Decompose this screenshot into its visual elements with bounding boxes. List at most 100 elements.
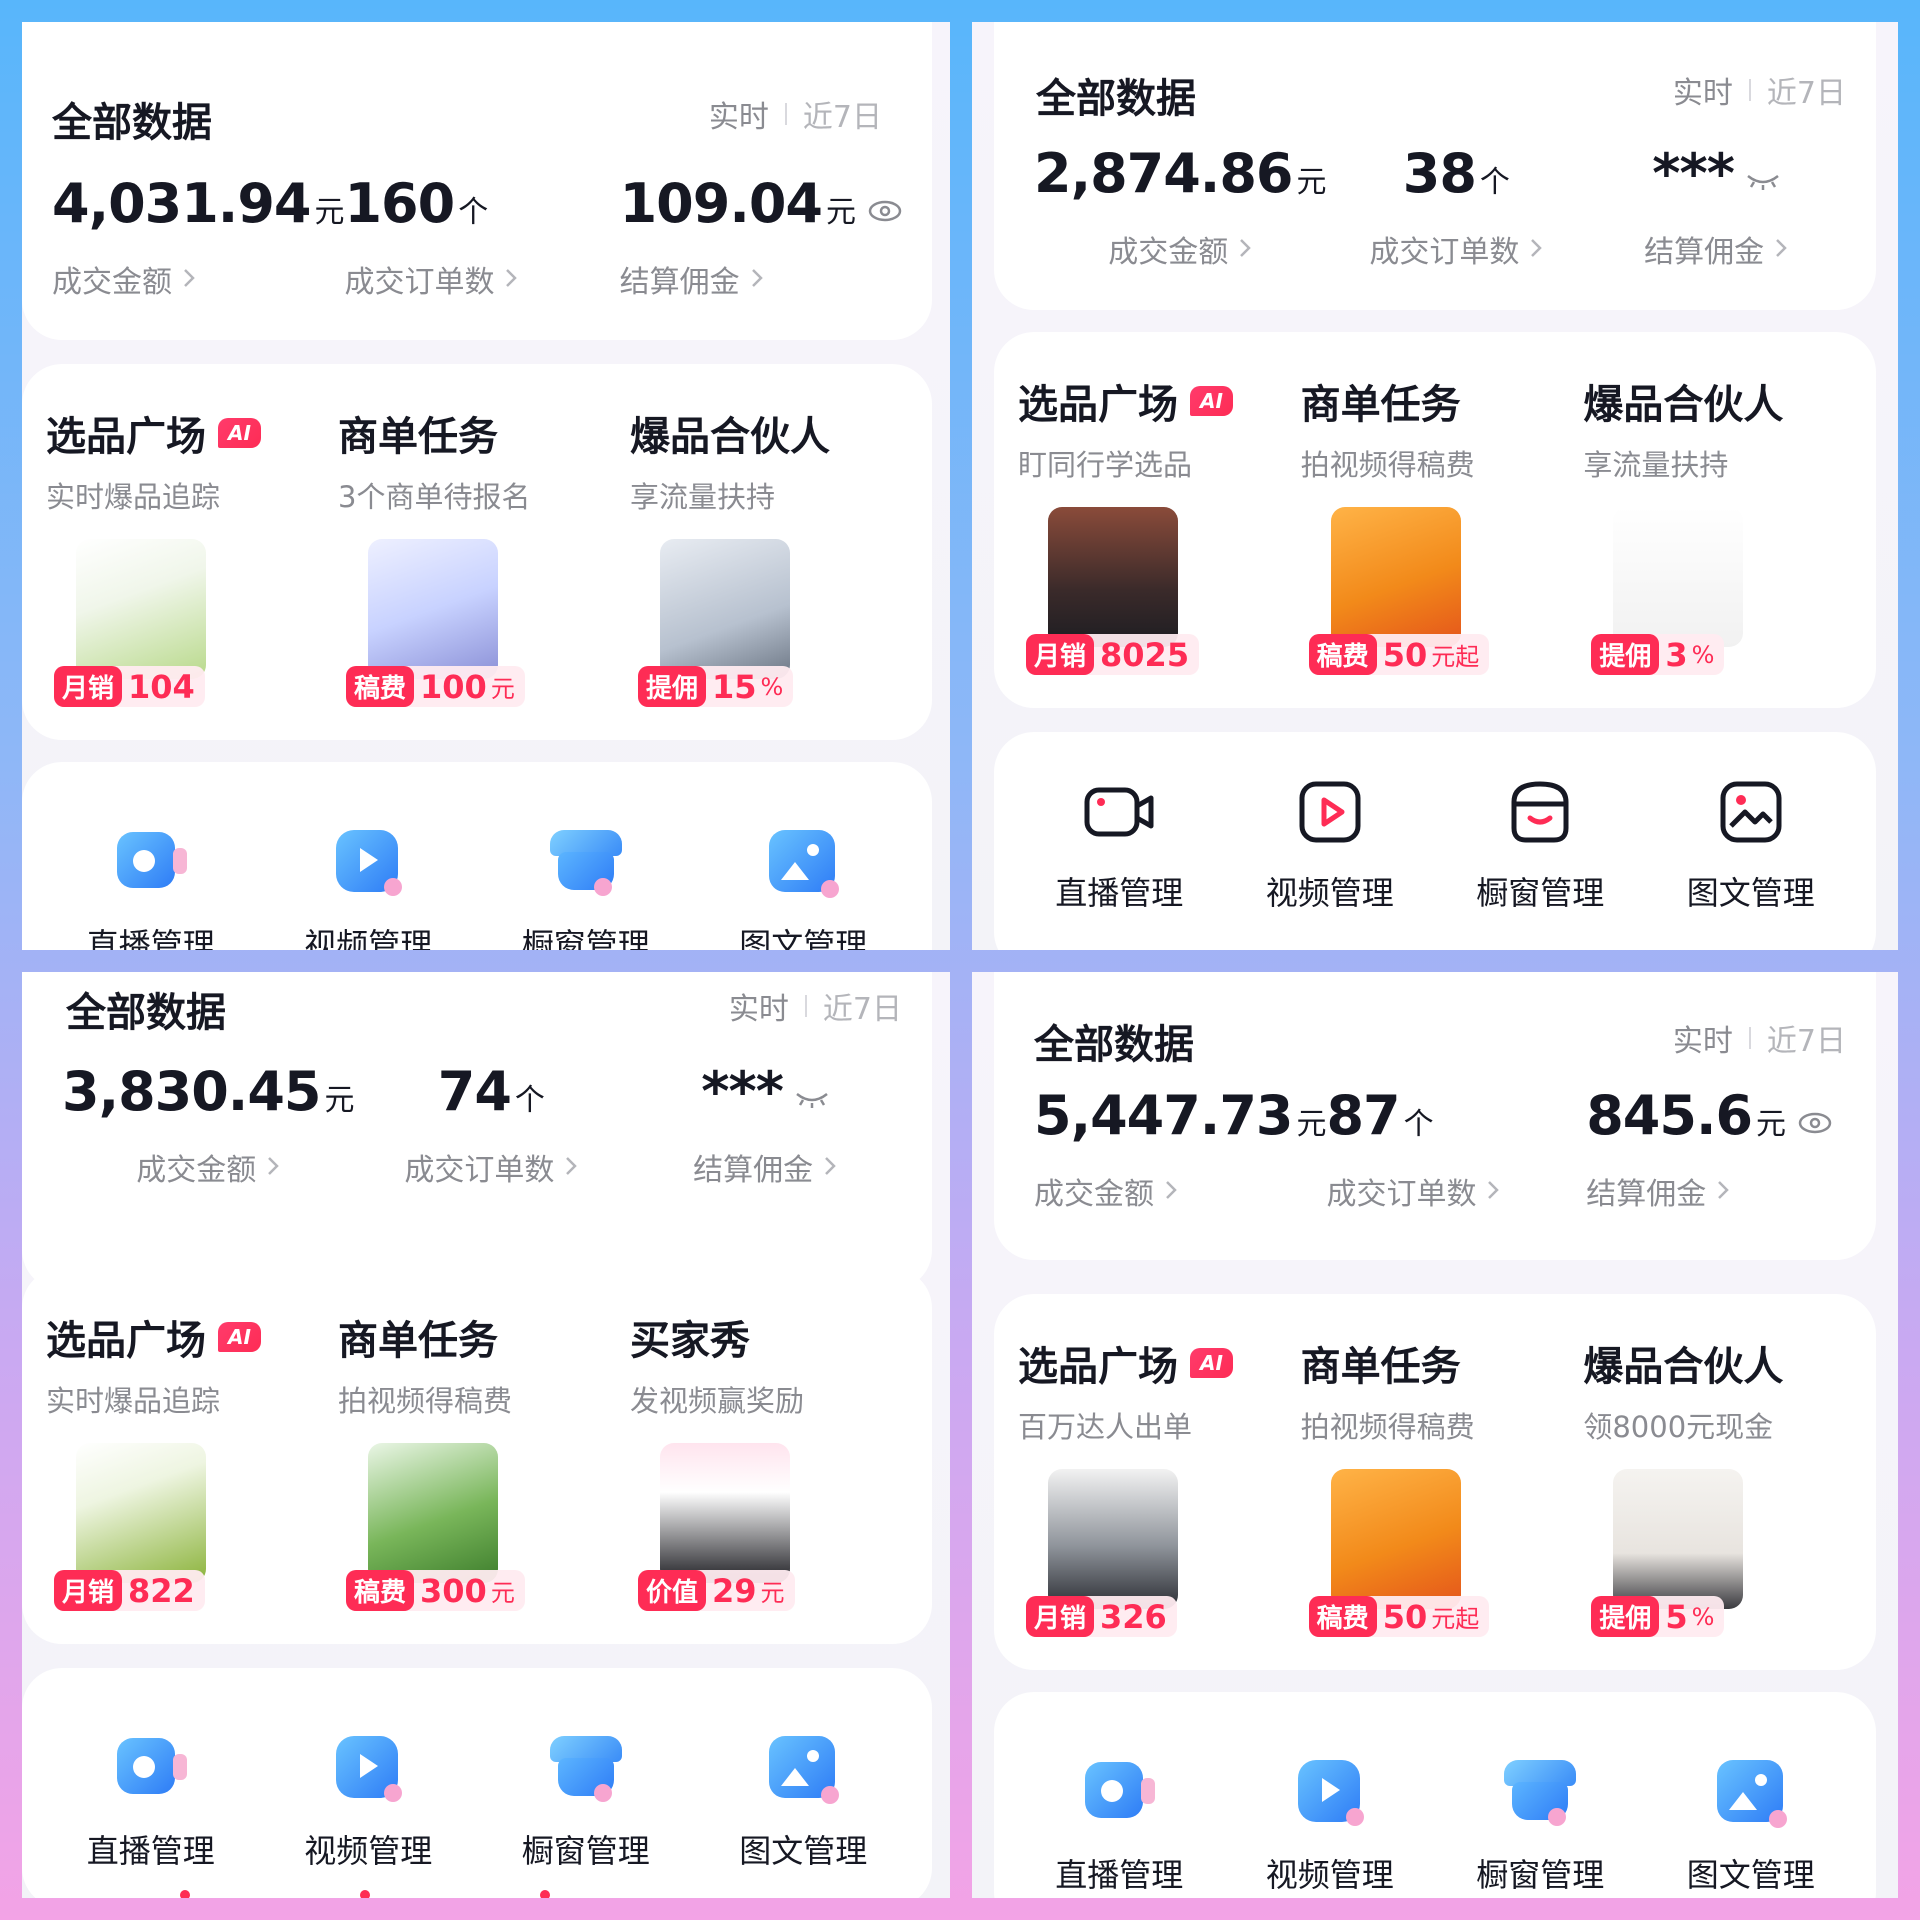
tag-unit: % [760, 672, 784, 701]
metric-2[interactable]: 74 个成交订单数 [354, 1060, 628, 1189]
tool-3[interactable]: 橱窗管理 [477, 1728, 695, 1872]
tool-2[interactable]: 视频管理 [260, 822, 478, 950]
eye-icon[interactable] [1790, 1112, 1832, 1138]
feature-title-row: 选品广场 AI [46, 1308, 338, 1366]
product-thumbnail[interactable] [1613, 1469, 1744, 1609]
product-thumbnail[interactable] [1330, 507, 1461, 647]
tool-2[interactable]: 视频管理 [1225, 772, 1436, 914]
tool-label: 橱窗管理 [521, 926, 650, 950]
metric-2[interactable]: 38 个成交订单数 [1326, 142, 1586, 271]
chevron-right-icon [1486, 1174, 1500, 1209]
period-realtime[interactable]: 实时 [1673, 68, 1733, 112]
feature-3[interactable]: 爆品合伙人 享流量扶持 提佣 15% [630, 404, 922, 724]
feature-2[interactable]: 商单任务 3个商单待报名 稿费 100 元 [338, 404, 630, 724]
feature-2[interactable]: 商单任务 拍视频得稿费 稿费 50 元起 [1301, 1334, 1584, 1654]
feature-2[interactable]: 商单任务 拍视频得稿费 稿费 300 元 [338, 1308, 630, 1628]
product-thumbnail[interactable] [660, 1443, 790, 1583]
metric-value-row: 109.04 元 [620, 172, 902, 235]
feature-title-row: 商单任务 [338, 404, 630, 462]
metrics-row: 4,031.94 元成交金额 160 个成交订单数 109.04 元结算佣金 [52, 172, 902, 301]
tag-label: 价值 [638, 1570, 707, 1611]
tool-1[interactable]: 直播管理 [42, 822, 260, 950]
product-thumbnail[interactable] [1330, 1469, 1461, 1609]
period-week[interactable]: 近7日 [823, 984, 902, 1028]
period-week[interactable]: 近7日 [1767, 68, 1846, 112]
product-thumbnail[interactable] [660, 539, 790, 679]
tools-card: 直播管理 视频管理 橱窗管理 图文管理 [22, 762, 932, 950]
tool-label: 图文管理 [1686, 1856, 1815, 1894]
metric-unit: 个 [1403, 1107, 1434, 1142]
tool-4[interactable]: 图文管理 [1646, 1752, 1857, 1896]
metric-unit: 元 [324, 1083, 355, 1118]
eye-closed-icon[interactable] [1738, 170, 1780, 196]
metric-1[interactable]: 2,874.86 元成交金额 [1034, 142, 1326, 271]
feature-3[interactable]: 买家秀 发视频赢奖励 价值 29 元 [630, 1308, 922, 1628]
product-thumbnail[interactable] [76, 539, 206, 679]
product-thumbnail[interactable] [368, 1443, 498, 1583]
metric-3[interactable]: *** 结算佣金 [1586, 142, 1846, 271]
tool-2[interactable]: 视频管理 [1225, 1752, 1436, 1896]
tool-1[interactable]: 直播管理 [42, 1728, 260, 1872]
metric-3[interactable]: *** 结算佣金 [628, 1060, 902, 1189]
tool-4[interactable]: 图文管理 [1646, 772, 1857, 914]
metric-value-row: 5,447.73 元 [1034, 1084, 1326, 1147]
tag-label: 稿费 [1308, 634, 1377, 675]
tag-unit: 元 [760, 1579, 785, 1607]
feature-subtitle: 享流量扶持 [1583, 448, 1729, 482]
metric-tag: 稿费 100 元 [346, 666, 525, 707]
metric-tag: 月销 326 [1026, 1596, 1177, 1637]
video-play-icon [328, 1728, 408, 1808]
red-dot [540, 1890, 550, 1898]
tag-unit: % [1691, 640, 1715, 669]
product-thumbnail[interactable] [1613, 507, 1744, 647]
feature-2[interactable]: 商单任务 拍视频得稿费 稿费 50 元起 [1301, 372, 1584, 692]
feature-card: 选品广场 AI 百万达人出单 月销 326 商单任务 拍视频得稿费 稿费 50 元起 爆品合伙人 领8… [994, 1294, 1876, 1670]
period-realtime[interactable]: 实时 [709, 92, 769, 136]
divider [804, 995, 807, 1017]
metric-1[interactable]: 3,830.45 元成交金额 [62, 1060, 354, 1189]
tool-3[interactable]: 橱窗管理 [477, 822, 695, 950]
feature-title-row: 选品广场 AI [1018, 372, 1301, 430]
product-thumbnail[interactable] [368, 539, 498, 679]
period-realtime[interactable]: 实时 [1673, 1016, 1733, 1060]
metric-3[interactable]: 109.04 元结算佣金 [620, 172, 902, 301]
metric-label: 结算佣金 [1586, 1177, 1707, 1212]
product-thumbnail[interactable] [76, 1443, 206, 1583]
metric-1[interactable]: 4,031.94 元成交金额 [52, 172, 344, 301]
feature-3[interactable]: 爆品合伙人 享流量扶持 提佣 3% [1583, 372, 1866, 692]
period-week[interactable]: 近7日 [803, 92, 882, 136]
feature-3[interactable]: 爆品合伙人 领8000元现金 提佣 5% [1583, 1334, 1866, 1654]
period-week[interactable]: 近7日 [1767, 1016, 1846, 1060]
feature-1[interactable]: 选品广场 AI 百万达人出单 月销 326 [1018, 1334, 1301, 1654]
tool-1[interactable]: 直播管理 [1014, 772, 1225, 914]
feature-title: 选品广场 [1018, 1344, 1178, 1390]
metric-2[interactable]: 160 个成交订单数 [344, 172, 619, 301]
tool-1[interactable]: 直播管理 [1014, 1752, 1225, 1896]
eye-icon[interactable] [860, 200, 902, 226]
product-thumbnail[interactable] [1048, 1469, 1178, 1609]
tag-label: 稿费 [1308, 1596, 1377, 1637]
tool-4[interactable]: 图文管理 [695, 822, 913, 950]
metric-3[interactable]: 845.6 元结算佣金 [1586, 1084, 1846, 1213]
metric-value: *** [701, 1060, 784, 1123]
feature-1[interactable]: 选品广场 AI 实时爆品追踪 月销 104 [46, 404, 338, 724]
tag-value: 104 [128, 667, 195, 706]
feature-1[interactable]: 选品广场 AI 实时爆品追踪 月销 822 [46, 1308, 338, 1628]
tool-2[interactable]: 视频管理 [260, 1728, 478, 1872]
metric-value: 87 [1326, 1084, 1400, 1147]
tool-4[interactable]: 图文管理 [695, 1728, 913, 1872]
features-row: 选品广场 AI 实时爆品追踪 月销 104 商单任务 3个商单待报名 稿费 100 元 爆品合伙人享… [46, 404, 922, 724]
metric-1[interactable]: 5,447.73 元成交金额 [1034, 1084, 1326, 1213]
screenshot-panel-3: 全部数据 实时 近7日 3,830.45 元成交金额 74 个成交订单数 *** 结算佣金… [22, 972, 950, 1898]
eye-closed-icon[interactable] [787, 1088, 829, 1114]
metric-tag: 月销 8025 [1026, 634, 1200, 675]
feature-card: 选品广场 AI 实时爆品追踪 月销 822 商单任务 拍视频得稿费 稿费 300 元买家秀 发视频赢… [22, 1268, 932, 1644]
tool-3[interactable]: 橱窗管理 [1435, 1752, 1646, 1896]
metric-2[interactable]: 87 个成交订单数 [1326, 1084, 1586, 1213]
feature-1[interactable]: 选品广场 AI 盯同行学选品 月销 8025 [1018, 372, 1301, 692]
product-thumbnail[interactable] [1048, 507, 1178, 647]
tool-3[interactable]: 橱窗管理 [1435, 772, 1646, 914]
period-realtime[interactable]: 实时 [729, 984, 789, 1028]
feature-subtitle: 拍视频得稿费 [338, 1384, 513, 1418]
tag-value: 300 [420, 1571, 487, 1610]
